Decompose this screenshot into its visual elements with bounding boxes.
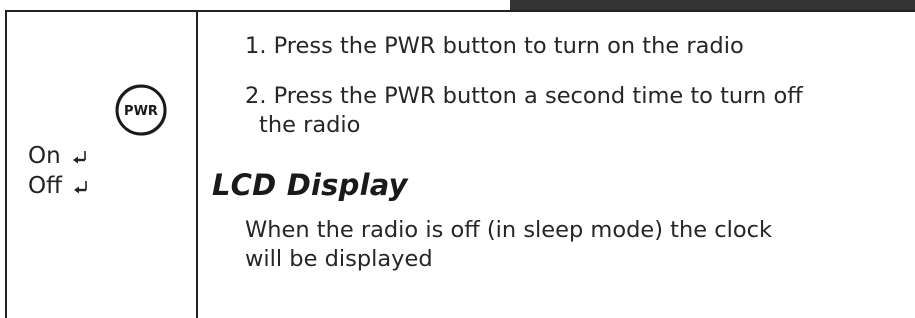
pwr-icon-label: PWR [124,104,158,119]
step-item: 1. Press the PWR button to turn on the r… [245,32,865,61]
body-line: will be displayed [245,246,433,272]
off-label: Off [28,173,62,199]
off-indicator: Off [28,172,89,200]
enter-key-icon [73,150,86,163]
body-line: When the radio is off (in sleep mode) th… [245,217,773,243]
header-bar [510,0,915,10]
step-item: 2. Press the PWR button a second time to… [245,82,865,140]
step-text: 1. Press the PWR button to turn on the r… [245,33,744,59]
sidebar-column: PWR On Off [7,12,196,318]
on-indicator: On [28,142,88,170]
manual-page: PWR On Off 1. Press the PWR button to tu… [0,0,915,318]
enter-key-icon [74,180,88,193]
pwr-button-icon: PWR [115,84,167,136]
section-heading: LCD Display [212,168,408,202]
step-text: 2. Press the PWR button a second time to… [245,83,803,109]
instructions-column: 1. Press the PWR button to turn on the r… [198,12,915,318]
step-text-continued: the radio [259,112,361,138]
on-label: On [28,143,61,169]
section-body: When the radio is off (in sleep mode) th… [245,216,845,274]
